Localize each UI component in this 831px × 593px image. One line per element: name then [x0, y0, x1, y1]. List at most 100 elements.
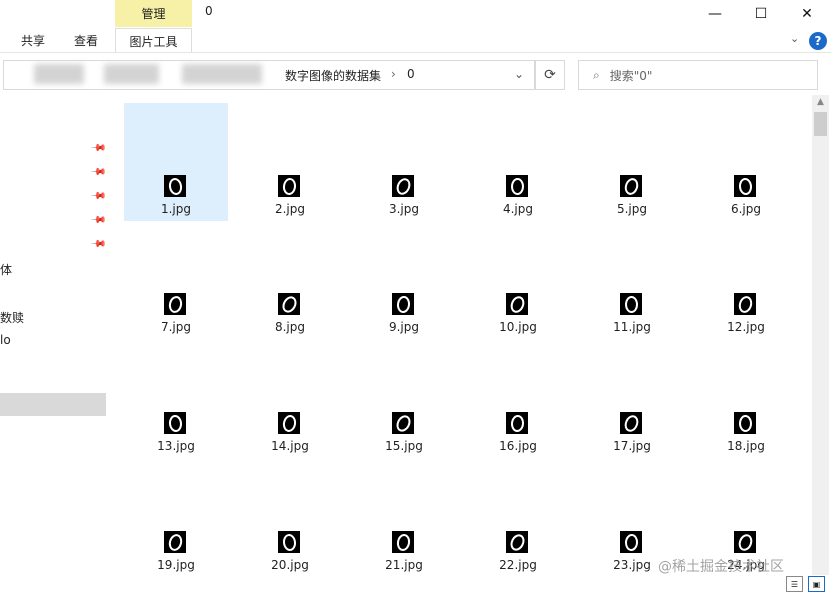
nav-selected-row[interactable] — [0, 393, 106, 416]
blurred-path — [104, 64, 159, 84]
file-item[interactable]: 6.jpg — [694, 103, 798, 221]
blurred-path — [34, 64, 84, 84]
digit-zero-glyph — [395, 532, 411, 552]
file-item[interactable]: 18.jpg — [694, 340, 798, 458]
file-item[interactable]: 20.jpg — [238, 459, 342, 575]
close-button[interactable]: ✕ — [784, 0, 830, 27]
digit-zero-glyph — [393, 412, 413, 434]
pin-icon[interactable]: 📌 — [90, 212, 107, 229]
file-item[interactable]: 17.jpg — [580, 340, 684, 458]
file-name: 5.jpg — [616, 202, 648, 216]
file-name: 7.jpg — [160, 320, 192, 334]
pin-icon[interactable]: 📌 — [90, 164, 107, 181]
tab-picture-tools[interactable]: 图片工具 — [115, 28, 192, 53]
file-name: 18.jpg — [727, 439, 765, 453]
file-name: 17.jpg — [613, 439, 651, 453]
digit-zero-glyph — [281, 176, 297, 196]
image-thumbnail-icon — [734, 531, 756, 553]
nav-item[interactable]: 数赎 — [0, 309, 24, 326]
digit-zero-glyph — [166, 294, 184, 314]
file-item[interactable]: 13.jpg — [124, 340, 228, 458]
file-name: 6.jpg — [730, 202, 762, 216]
address-dropdown-icon[interactable]: ⌄ — [514, 67, 524, 81]
file-name: 16.jpg — [499, 439, 537, 453]
file-item[interactable]: 16.jpg — [466, 340, 570, 458]
context-tab-manage[interactable]: 管理 — [115, 0, 192, 27]
file-item[interactable]: 4.jpg — [466, 103, 570, 221]
search-icon: ⌕ — [593, 67, 600, 82]
file-item[interactable]: 11.jpg — [580, 221, 684, 339]
help-icon[interactable]: ? — [809, 32, 827, 50]
image-thumbnail-icon — [392, 531, 414, 553]
file-item[interactable]: 3.jpg — [352, 103, 456, 221]
image-thumbnail-icon — [278, 293, 300, 315]
address-bar[interactable]: 数字图像的数据集 › 0 ⌄ — [3, 60, 535, 90]
image-thumbnail-icon — [506, 531, 528, 553]
ribbon-expand-icon[interactable]: ⌄ — [790, 32, 799, 45]
tab-view[interactable]: 查看 — [64, 28, 108, 52]
image-thumbnail-icon — [506, 175, 528, 197]
file-item[interactable]: 12.jpg — [694, 221, 798, 339]
file-name: 1.jpg — [160, 202, 192, 216]
blurred-path — [182, 64, 262, 84]
file-name: 22.jpg — [499, 558, 537, 572]
image-thumbnail-icon — [164, 293, 186, 315]
pin-icon[interactable]: 📌 — [90, 236, 107, 253]
watermark: @稀土掘金技术社区 — [658, 559, 784, 575]
digit-zero-glyph — [735, 531, 755, 553]
breadcrumb-separator-icon[interactable]: › — [391, 67, 396, 81]
digit-zero-glyph — [395, 294, 411, 314]
large-icons-view-icon[interactable]: ▣ — [808, 576, 825, 592]
digit-zero-glyph — [167, 176, 183, 196]
file-name: 14.jpg — [271, 439, 309, 453]
search-placeholder: 搜索"0" — [609, 68, 653, 83]
pin-icon[interactable]: 📌 — [90, 188, 107, 205]
file-name: 2.jpg — [274, 202, 306, 216]
breadcrumb-current[interactable]: 0 — [407, 67, 415, 81]
file-item[interactable]: 22.jpg — [466, 459, 570, 575]
file-item[interactable]: 7.jpg — [124, 221, 228, 339]
file-item[interactable]: 15.jpg — [352, 340, 456, 458]
file-item[interactable]: 19.jpg — [124, 459, 228, 575]
vertical-scrollbar[interactable] — [812, 95, 829, 575]
digit-zero-glyph — [279, 293, 299, 315]
file-item[interactable]: 8.jpg — [238, 221, 342, 339]
file-item[interactable]: 14.jpg — [238, 340, 342, 458]
file-grid[interactable]: 1.jpg 2.jpg 3.jpg 4.jpg 5.jpg 6.jpg 7.jpg 8.jpg… — [112, 95, 812, 575]
digit-zero-glyph — [507, 531, 527, 553]
file-item[interactable]: 1.jpg — [124, 103, 228, 221]
image-thumbnail-icon — [620, 293, 642, 315]
digit-zero-glyph — [167, 413, 183, 433]
scroll-up-icon[interactable]: ▲ — [812, 97, 829, 109]
maximize-button[interactable]: ☐ — [738, 0, 784, 27]
digit-zero-glyph — [509, 413, 525, 433]
file-name: 11.jpg — [613, 320, 651, 334]
search-input[interactable]: ⌕ 搜索"0" — [578, 60, 818, 90]
image-thumbnail-icon — [734, 175, 756, 197]
refresh-button[interactable]: ⟳ — [535, 60, 565, 90]
file-item[interactable]: 5.jpg — [580, 103, 684, 221]
image-thumbnail-icon — [164, 175, 186, 197]
file-item[interactable]: 21.jpg — [352, 459, 456, 575]
minimize-button[interactable]: — — [692, 0, 738, 27]
scrollbar-thumb[interactable] — [814, 112, 827, 136]
file-name: 8.jpg — [274, 320, 306, 334]
file-item[interactable]: 10.jpg — [466, 221, 570, 339]
image-thumbnail-icon — [620, 531, 642, 553]
file-item[interactable]: 2.jpg — [238, 103, 342, 221]
pin-icon[interactable]: 📌 — [90, 140, 107, 157]
digit-zero-glyph — [736, 293, 754, 315]
navigation-pane[interactable]: 📌 📌 📌 📌 📌 体 数赎 lo — [0, 95, 107, 575]
details-view-icon[interactable]: ☰ — [786, 576, 803, 592]
digit-zero-glyph — [280, 413, 298, 433]
tab-share[interactable]: 共享 — [12, 28, 54, 52]
image-thumbnail-icon — [734, 412, 756, 434]
nav-item[interactable]: 体 — [0, 261, 12, 278]
digit-zero-glyph — [738, 414, 752, 432]
digit-zero-glyph — [510, 177, 524, 195]
digit-zero-glyph — [621, 412, 641, 434]
image-thumbnail-icon — [506, 293, 528, 315]
nav-item[interactable]: lo — [0, 333, 11, 347]
file-item[interactable]: 9.jpg — [352, 221, 456, 339]
breadcrumb-dataset[interactable]: 数字图像的数据集 — [285, 67, 381, 84]
